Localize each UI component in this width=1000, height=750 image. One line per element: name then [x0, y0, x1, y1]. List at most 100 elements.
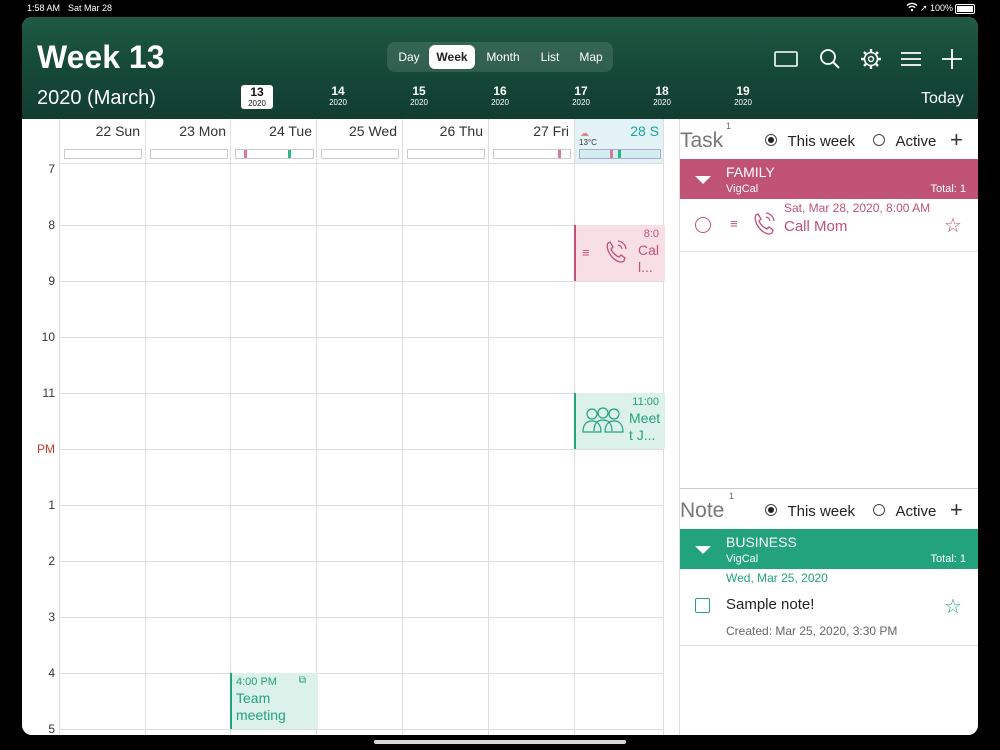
- allday-sun[interactable]: [64, 149, 142, 159]
- hour-label: 4: [48, 666, 55, 680]
- star-icon[interactable]: ☆: [944, 594, 962, 619]
- hour-label: 11: [42, 386, 55, 400]
- task-item[interactable]: ≡ Sat, Mar 28, 2020, 8:00 AM Call Mom ☆: [680, 199, 978, 252]
- note-title-text: Sample note!: [726, 596, 815, 613]
- view-list-button[interactable]: List: [531, 45, 569, 69]
- allday-mon[interactable]: [150, 149, 228, 159]
- hour-label-noon: PM: [37, 442, 55, 456]
- radio-selected[interactable]: [765, 504, 777, 516]
- status-date: Sat Mar 28: [68, 3, 113, 13]
- allday-wed[interactable]: [321, 149, 399, 159]
- group-business[interactable]: BUSINESS VigCal Total: 1: [680, 529, 978, 569]
- event-title-cont: l...: [638, 259, 653, 275]
- task-title-text: Call Mom: [784, 218, 848, 235]
- group-total: Total: 1: [930, 553, 966, 565]
- day-header-tue[interactable]: 24 Tue: [231, 123, 312, 143]
- allday-thu[interactable]: [407, 149, 485, 159]
- sidebar-toggle-icon[interactable]: [772, 45, 800, 73]
- group-calendar: VigCal: [726, 553, 759, 565]
- task-count: 1: [726, 121, 732, 131]
- today-button[interactable]: Today: [921, 90, 964, 108]
- task-date: Sat, Mar 28, 2020, 8:00 AM: [784, 201, 931, 215]
- hour-label: 8: [48, 218, 55, 232]
- add-note-button[interactable]: +: [950, 497, 963, 523]
- radio-unselected[interactable]: [873, 134, 885, 146]
- note-filter-active[interactable]: Active: [873, 503, 936, 521]
- allday-tue[interactable]: [235, 149, 314, 159]
- group-name: FAMILY: [726, 164, 775, 180]
- weather-temp: 13°C: [579, 138, 597, 147]
- day-header-fri[interactable]: 27 Fri: [489, 123, 569, 143]
- battery-percent: 100%: [930, 3, 954, 13]
- event-team-meeting[interactable]: 4:00 PM ⧉ Team meeting: [230, 673, 318, 729]
- phone-icon: [750, 209, 778, 242]
- note-date: Wed, Mar 25, 2020: [726, 571, 828, 585]
- app-window: Week 13 2020 (March) Day Week Month List…: [22, 17, 978, 735]
- note-checkbox[interactable]: [695, 598, 710, 613]
- people-icon: [581, 405, 625, 440]
- view-month-button[interactable]: Month: [477, 45, 529, 69]
- week-16-button[interactable]: 16 2020: [480, 85, 520, 108]
- month-subtitle: 2020 (March): [37, 87, 156, 109]
- event-meet[interactable]: 11:00 Meet t J...: [574, 393, 665, 449]
- week-grid[interactable]: 22 Sun 23 Mon 24 Tue 25 Wed 26 Thu 27 Fr…: [22, 119, 665, 735]
- day-header-sun[interactable]: 22 Sun: [60, 123, 140, 143]
- menu-icon[interactable]: [897, 45, 925, 73]
- radio-selected[interactable]: [765, 134, 777, 146]
- home-indicator[interactable]: [374, 740, 626, 744]
- group-calendar: VigCal: [726, 183, 759, 195]
- hour-label: 7: [48, 162, 55, 176]
- day-header-wed[interactable]: 25 Wed: [317, 123, 397, 143]
- day-header-mon[interactable]: 23 Mon: [146, 123, 226, 143]
- week-15-button[interactable]: 15 2020: [399, 85, 439, 108]
- status-time: 1:58 AM: [27, 3, 61, 13]
- allday-sat[interactable]: [579, 149, 661, 159]
- header: Week 13 2020 (March) Day Week Month List…: [22, 17, 978, 119]
- task-title: Task: [680, 129, 724, 152]
- list-icon: ≡: [730, 216, 738, 231]
- view-map-button[interactable]: Map: [571, 45, 611, 69]
- task-filter-week[interactable]: This week: [765, 133, 855, 151]
- view-week-button[interactable]: Week: [429, 45, 475, 69]
- week-18-button[interactable]: 18 2020: [642, 85, 682, 108]
- note-item[interactable]: Wed, Mar 25, 2020 Sample note! ☆ Created…: [680, 569, 978, 646]
- note-filter-week[interactable]: This week: [765, 503, 855, 521]
- add-task-button[interactable]: +: [950, 127, 963, 153]
- group-family[interactable]: FAMILY VigCal Total: 1: [680, 159, 978, 199]
- page-title: Week 13: [37, 39, 165, 75]
- radio-unselected[interactable]: [873, 504, 885, 516]
- task-checkbox[interactable]: [695, 217, 711, 233]
- day-header-thu[interactable]: 26 Thu: [403, 123, 483, 143]
- event-title-cont: meeting: [236, 707, 286, 723]
- note-title: Note: [680, 499, 725, 522]
- week-13-button[interactable]: 13 2020: [241, 85, 273, 109]
- add-icon[interactable]: [938, 45, 966, 73]
- hour-label: 5: [48, 722, 55, 735]
- task-filter-active[interactable]: Active: [873, 133, 936, 151]
- collapse-icon[interactable]: [695, 546, 711, 554]
- event-title-cont: t J...: [629, 427, 656, 443]
- group-total: Total: 1: [930, 183, 966, 195]
- view-switcher: Day Week Month List Map: [387, 42, 613, 72]
- side-panel: Task 1 This week Active + FAMILY VigCal …: [679, 119, 978, 735]
- collapse-icon[interactable]: [695, 176, 711, 184]
- view-day-button[interactable]: Day: [391, 45, 427, 69]
- search-icon[interactable]: [816, 45, 844, 73]
- event-title: Team: [236, 690, 271, 706]
- hour-label: 2: [48, 554, 55, 568]
- list-icon: ≡: [582, 245, 590, 260]
- hour-label: 1: [48, 498, 55, 512]
- star-icon[interactable]: ☆: [944, 213, 962, 238]
- gear-icon[interactable]: [857, 45, 885, 73]
- note-created: Created: Mar 25, 2020, 3:30 PM: [726, 624, 898, 638]
- week-14-button[interactable]: 14 2020: [318, 85, 358, 108]
- week-17-button[interactable]: 17 2020: [561, 85, 601, 108]
- note-count: 1: [729, 491, 735, 501]
- hour-label: 9: [48, 274, 55, 288]
- event-time: 4:00 PM: [236, 676, 277, 688]
- event-call-mom[interactable]: ≡ 8:0 Cal l...: [574, 225, 665, 281]
- wifi-icon: [906, 2, 918, 14]
- allday-fri[interactable]: [493, 149, 571, 159]
- week-19-button[interactable]: 19 2020: [723, 85, 763, 108]
- phone-icon: [602, 237, 630, 270]
